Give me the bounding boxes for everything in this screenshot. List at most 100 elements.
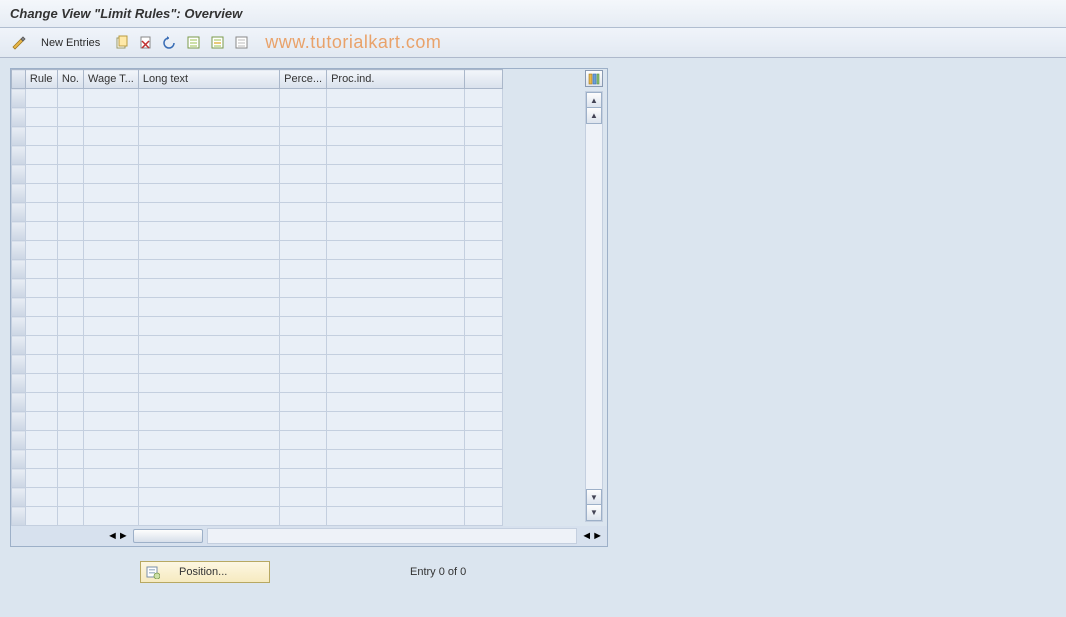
cell[interactable] (84, 241, 139, 260)
cell[interactable] (327, 298, 465, 317)
table-row[interactable] (12, 146, 503, 165)
cell[interactable] (57, 336, 83, 355)
cell[interactable] (280, 393, 327, 412)
cell[interactable] (25, 89, 57, 108)
row-selector[interactable] (12, 336, 26, 355)
copy-as-icon[interactable] (111, 32, 133, 54)
cell[interactable] (57, 203, 83, 222)
cell[interactable] (327, 355, 465, 374)
table-row[interactable] (12, 374, 503, 393)
deselect-all-icon[interactable] (231, 32, 253, 54)
cell[interactable] (280, 222, 327, 241)
row-selector[interactable] (12, 279, 26, 298)
table-row[interactable] (12, 355, 503, 374)
row-selector[interactable] (12, 469, 26, 488)
cell[interactable] (465, 146, 502, 165)
cell[interactable] (327, 222, 465, 241)
cell[interactable] (465, 336, 502, 355)
cell[interactable] (57, 431, 83, 450)
cell[interactable] (327, 336, 465, 355)
cell[interactable] (57, 317, 83, 336)
vertical-scrollbar[interactable]: ▲ ▲ ▼ ▼ (585, 91, 603, 522)
cell[interactable] (465, 507, 502, 526)
row-selector[interactable] (12, 450, 26, 469)
cell[interactable] (25, 108, 57, 127)
cell[interactable] (465, 412, 502, 431)
cell[interactable] (280, 108, 327, 127)
cell[interactable] (327, 108, 465, 127)
table-row[interactable] (12, 412, 503, 431)
cell[interactable] (138, 260, 279, 279)
cell[interactable] (57, 108, 83, 127)
cell[interactable] (57, 127, 83, 146)
row-selector[interactable] (12, 393, 26, 412)
cell[interactable] (84, 184, 139, 203)
table-row[interactable] (12, 431, 503, 450)
cell[interactable] (465, 279, 502, 298)
col-header-perce[interactable]: Perce... (280, 70, 327, 89)
cell[interactable] (25, 393, 57, 412)
col-header-longtext[interactable]: Long text (138, 70, 279, 89)
cell[interactable] (327, 260, 465, 279)
cell[interactable] (138, 203, 279, 222)
cell[interactable] (84, 203, 139, 222)
cell[interactable] (327, 127, 465, 146)
cell[interactable] (25, 241, 57, 260)
cell[interactable] (25, 222, 57, 241)
cell[interactable] (138, 469, 279, 488)
cell[interactable] (465, 393, 502, 412)
cell[interactable] (465, 298, 502, 317)
cell[interactable] (84, 393, 139, 412)
cell[interactable] (138, 507, 279, 526)
cell[interactable] (280, 336, 327, 355)
cell[interactable] (138, 222, 279, 241)
cell[interactable] (57, 507, 83, 526)
cell[interactable] (465, 203, 502, 222)
cell[interactable] (327, 469, 465, 488)
cell[interactable] (57, 298, 83, 317)
row-selector[interactable] (12, 222, 26, 241)
cell[interactable] (465, 469, 502, 488)
cell[interactable] (57, 260, 83, 279)
cell[interactable] (84, 431, 139, 450)
cell[interactable] (465, 127, 502, 146)
cell[interactable] (84, 298, 139, 317)
cell[interactable] (138, 127, 279, 146)
cell[interactable] (25, 431, 57, 450)
cell[interactable] (327, 89, 465, 108)
scroll-right-icon[interactable]: ► (592, 530, 603, 542)
cell[interactable] (84, 469, 139, 488)
cell[interactable] (84, 412, 139, 431)
cell[interactable] (280, 450, 327, 469)
cell[interactable] (138, 336, 279, 355)
cell[interactable] (25, 184, 57, 203)
row-selector[interactable] (12, 355, 26, 374)
table-settings-icon[interactable] (585, 70, 603, 87)
row-selector[interactable] (12, 431, 26, 450)
cell[interactable] (84, 336, 139, 355)
cell[interactable] (25, 127, 57, 146)
cell[interactable] (280, 488, 327, 507)
cell[interactable] (84, 488, 139, 507)
cell[interactable] (25, 317, 57, 336)
cell[interactable] (138, 412, 279, 431)
cell[interactable] (280, 146, 327, 165)
cell[interactable] (327, 374, 465, 393)
cell[interactable] (280, 298, 327, 317)
cell[interactable] (84, 165, 139, 184)
cell[interactable] (25, 165, 57, 184)
cell[interactable] (25, 146, 57, 165)
table-row[interactable] (12, 184, 503, 203)
scroll-right-local-icon[interactable]: ► (118, 530, 129, 542)
cell[interactable] (138, 165, 279, 184)
cell[interactable] (25, 336, 57, 355)
table-row[interactable] (12, 298, 503, 317)
cell[interactable] (25, 298, 57, 317)
horizontal-scrollbar[interactable]: ◄ ► ◄ ► (11, 526, 607, 546)
col-header-proc[interactable]: Proc.ind. (327, 70, 465, 89)
cell[interactable] (138, 317, 279, 336)
cell[interactable] (465, 431, 502, 450)
table-row[interactable] (12, 488, 503, 507)
row-selector[interactable] (12, 89, 26, 108)
position-button[interactable]: Position... (140, 561, 270, 583)
